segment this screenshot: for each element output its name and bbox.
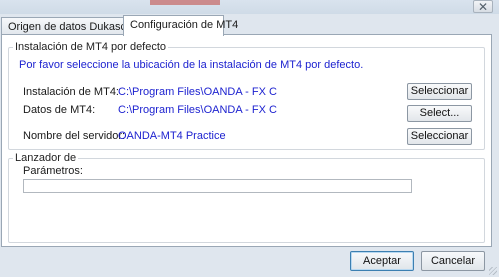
close-button[interactable]: ✕ xyxy=(473,0,493,14)
resize-grip[interactable] xyxy=(489,267,497,275)
button-label: Seleccionar xyxy=(410,130,469,142)
cancel-button[interactable]: Cancelar xyxy=(421,251,485,271)
install-hint-text: Por favor seleccione la ubicación de la … xyxy=(19,59,364,71)
mt4-data-path: C:\Program Files\OANDA - FX C xyxy=(118,104,277,116)
group-title: Lanzador de xyxy=(13,152,79,164)
default-install-group: Instalación de MT4 por defecto Por favor… xyxy=(8,41,485,150)
mt4-install-path: C:\Program Files\OANDA - FX C xyxy=(118,86,277,98)
close-icon: ✕ xyxy=(477,0,489,14)
button-label: Select... xyxy=(419,107,460,119)
group-title: Instalación de MT4 por defecto xyxy=(13,41,169,53)
mt4-data-label: Datos de MT4: xyxy=(23,104,96,116)
launcher-group: Lanzador de Parámetros: xyxy=(8,152,485,243)
title-decoration xyxy=(150,0,220,5)
select-install-button[interactable]: Seleccionar xyxy=(407,83,472,100)
server-name-value: OANDA-MT4 Practice xyxy=(118,130,226,142)
button-label: Cancelar xyxy=(430,255,476,267)
tab-label: Configuración de MT4 xyxy=(130,19,239,31)
accept-button[interactable]: Aceptar xyxy=(350,251,414,271)
tab-mt4-settings[interactable]: Configuración de MT4 xyxy=(123,15,238,36)
parameters-input[interactable] xyxy=(23,179,412,193)
parameters-label: Parámetros: xyxy=(23,165,83,177)
select-server-button[interactable]: Seleccionar xyxy=(407,128,472,145)
settings-panel: Instalación de MT4 por defecto Por favor… xyxy=(1,34,492,247)
button-label: Seleccionar xyxy=(410,85,469,97)
select-data-button[interactable]: Select... xyxy=(407,105,472,122)
mt4-install-label: Instalación de MT4: xyxy=(23,86,119,98)
tab-dukascopy-data-source[interactable]: Origen de datos Dukascopy xyxy=(1,17,144,35)
server-name-label: Nombre del servidor: xyxy=(23,130,126,142)
title-bar: ✕ xyxy=(0,0,499,14)
button-label: Aceptar xyxy=(363,255,401,267)
